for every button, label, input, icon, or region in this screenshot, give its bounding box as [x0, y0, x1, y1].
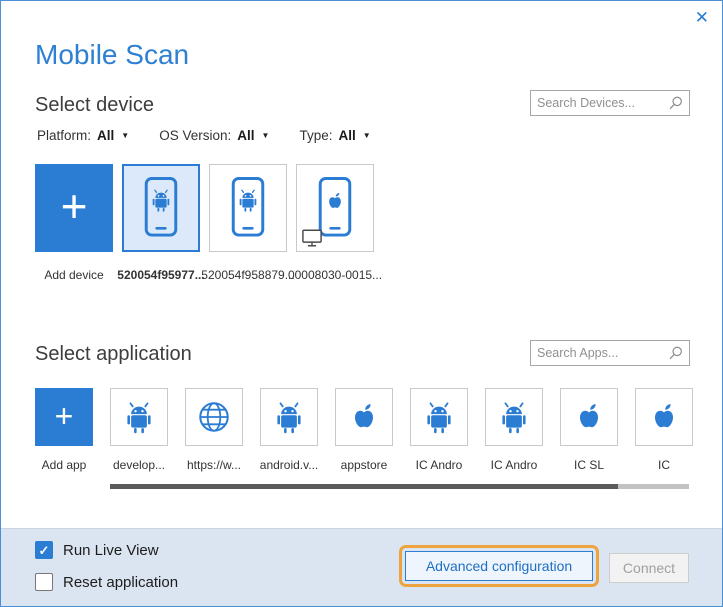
- app-tile[interactable]: [185, 388, 243, 446]
- android-phone-icon: [140, 176, 182, 240]
- app-item: IC: [635, 388, 693, 472]
- type-filter-dropdown[interactable]: Type: All ▼: [299, 128, 370, 143]
- device-tile[interactable]: [209, 164, 287, 252]
- app-name: IC SL: [574, 458, 604, 472]
- device-search-box: [530, 90, 690, 116]
- checkbox-unchecked-icon[interactable]: [35, 573, 53, 591]
- checkbox-checked-icon[interactable]: ✓: [35, 541, 53, 559]
- app-list: + Add app develop... https://w... androi…: [35, 388, 693, 472]
- device-filters: Platform: All ▼ OS Version: All ▼ Type: …: [37, 128, 371, 143]
- app-tile[interactable]: [485, 388, 543, 446]
- chevron-down-icon[interactable]: ▼: [363, 131, 371, 140]
- app-item: IC Andro: [410, 388, 468, 472]
- monitor-icon: [301, 228, 323, 248]
- android-app-icon: [121, 399, 157, 435]
- chevron-down-icon[interactable]: ▼: [262, 131, 270, 140]
- web-app-icon: [196, 399, 232, 435]
- plus-icon: +: [55, 400, 74, 432]
- reset-application-checkbox-row[interactable]: Reset application: [35, 573, 178, 591]
- filter-value[interactable]: All: [338, 128, 355, 143]
- device-tile-selected[interactable]: [122, 164, 200, 252]
- filter-value[interactable]: All: [237, 128, 254, 143]
- app-search-input[interactable]: [531, 346, 668, 360]
- device-item: 520054f958879...: [209, 164, 287, 282]
- filter-label: Platform:: [37, 128, 91, 143]
- add-device-label: Add device: [44, 268, 103, 282]
- app-item: IC Andro: [485, 388, 543, 472]
- device-search-input[interactable]: [531, 96, 668, 110]
- app-tile[interactable]: [635, 388, 693, 446]
- app-tile[interactable]: [260, 388, 318, 446]
- android-app-icon: [496, 399, 532, 435]
- connect-button[interactable]: Connect: [609, 553, 689, 583]
- os-version-filter-dropdown[interactable]: OS Version: All ▼: [159, 128, 269, 143]
- add-app-button[interactable]: +: [35, 388, 93, 446]
- select-application-heading: Select application: [35, 343, 192, 366]
- checkbox-label[interactable]: Reset application: [63, 574, 178, 591]
- device-name: 00008030-0015...: [288, 268, 382, 282]
- mobile-scan-dialog: ✕ Mobile Scan Select device Platform: Al…: [0, 0, 723, 607]
- app-name: https://w...: [187, 458, 241, 472]
- app-name: IC: [658, 458, 670, 472]
- android-phone-icon: [227, 176, 269, 240]
- app-item: https://w...: [185, 388, 243, 472]
- app-name: develop...: [113, 458, 165, 472]
- select-device-heading: Select device: [35, 94, 154, 117]
- app-tile[interactable]: [110, 388, 168, 446]
- app-item: appstore: [335, 388, 393, 472]
- add-device-button[interactable]: +: [35, 164, 113, 252]
- device-tile[interactable]: [296, 164, 374, 252]
- platform-filter-dropdown[interactable]: Platform: All ▼: [37, 128, 129, 143]
- device-item: 00008030-0015...: [296, 164, 374, 282]
- footer-bar: ✓ Run Live View Reset application Advanc…: [1, 528, 722, 606]
- app-tile[interactable]: [335, 388, 393, 446]
- ios-app-icon: [571, 399, 607, 435]
- app-tile[interactable]: [410, 388, 468, 446]
- device-item: 520054f95977...: [122, 164, 200, 282]
- filter-label: Type:: [299, 128, 332, 143]
- scrollbar-thumb[interactable]: [110, 484, 618, 489]
- advanced-configuration-button[interactable]: Advanced configuration: [405, 551, 593, 581]
- device-name: 520054f95977...: [117, 268, 204, 282]
- filter-label: OS Version:: [159, 128, 231, 143]
- app-item: develop...: [110, 388, 168, 472]
- android-app-icon: [421, 399, 457, 435]
- check-icon: ✓: [39, 544, 50, 557]
- app-list-scrollbar[interactable]: [110, 484, 689, 489]
- app-item: android.v...: [260, 388, 318, 472]
- filter-value[interactable]: All: [97, 128, 114, 143]
- page-title: Mobile Scan: [35, 39, 189, 71]
- android-app-icon: [271, 399, 307, 435]
- add-app-item: + Add app: [35, 388, 93, 472]
- ios-app-icon: [646, 399, 682, 435]
- plus-icon: +: [61, 183, 88, 229]
- ios-app-icon: [346, 399, 382, 435]
- highlight-ring: Advanced configuration: [399, 545, 599, 587]
- app-search-box: [530, 340, 690, 366]
- app-tile[interactable]: [560, 388, 618, 446]
- chevron-down-icon[interactable]: ▼: [121, 131, 129, 140]
- app-name: IC Andro: [491, 458, 538, 472]
- checkbox-label[interactable]: Run Live View: [63, 542, 159, 559]
- app-name: android.v...: [260, 458, 318, 472]
- search-icon[interactable]: [668, 95, 684, 111]
- device-list: + Add device 520054f95977... 520054f9588…: [35, 164, 374, 282]
- device-name: 520054f958879...: [201, 268, 294, 282]
- search-icon[interactable]: [668, 345, 684, 361]
- close-icon[interactable]: ✕: [695, 9, 709, 26]
- app-name: IC Andro: [416, 458, 463, 472]
- app-name: appstore: [341, 458, 388, 472]
- run-live-view-checkbox-row[interactable]: ✓ Run Live View: [35, 541, 159, 559]
- app-item: IC SL: [560, 388, 618, 472]
- add-device-item: + Add device: [35, 164, 113, 282]
- add-app-label: Add app: [42, 458, 87, 472]
